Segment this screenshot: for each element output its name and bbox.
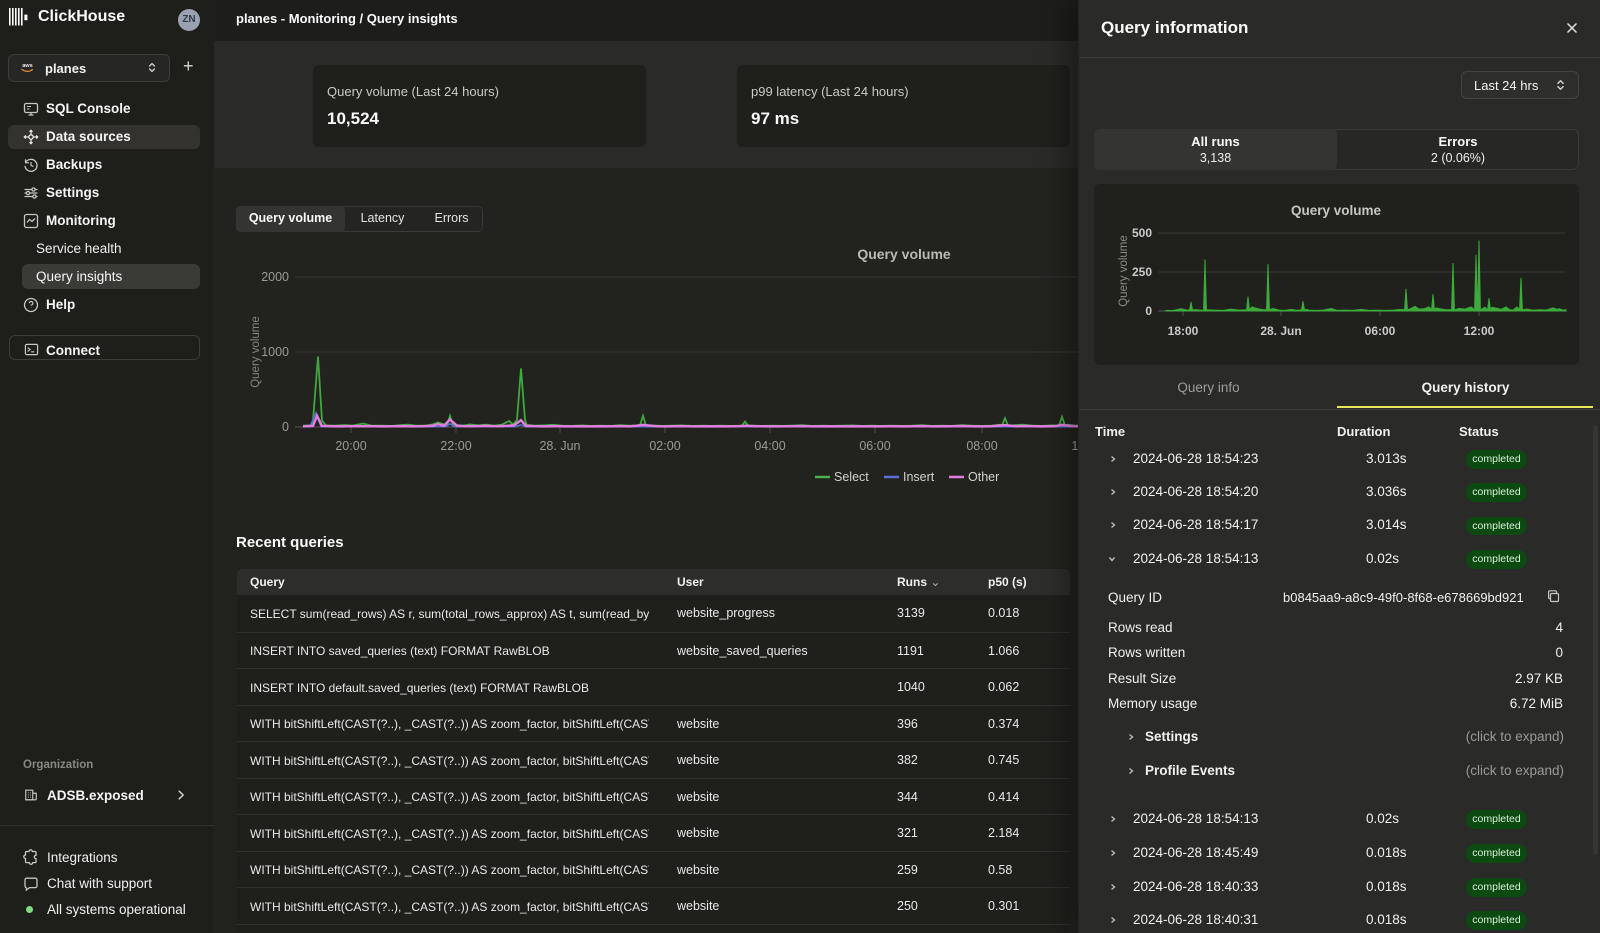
svg-text:12:00: 12:00 xyxy=(1464,324,1495,338)
svg-text:1000: 1000 xyxy=(261,345,289,359)
svg-text:06:00: 06:00 xyxy=(1365,324,1396,338)
svg-text:28. Jun: 28. Jun xyxy=(1260,324,1301,338)
svg-text:18:00: 18:00 xyxy=(1168,324,1199,338)
svg-text:08:00: 08:00 xyxy=(966,439,997,453)
svg-text:04:00: 04:00 xyxy=(754,439,785,453)
svg-text:0: 0 xyxy=(282,420,289,434)
svg-text:Query volume: Query volume xyxy=(857,246,951,262)
svg-text:Query volume: Query volume xyxy=(250,316,262,388)
svg-text:250: 250 xyxy=(1132,265,1152,279)
svg-text:06:00: 06:00 xyxy=(859,439,890,453)
svg-text:aws: aws xyxy=(22,63,33,69)
svg-text:0: 0 xyxy=(1145,304,1152,318)
svg-text:Query volume: Query volume xyxy=(1291,203,1382,218)
svg-text:20:00: 20:00 xyxy=(335,439,366,453)
svg-text:10:00: 10:00 xyxy=(1071,439,1078,453)
svg-text:Insert: Insert xyxy=(903,470,935,484)
svg-text:28. Jun: 28. Jun xyxy=(539,439,580,453)
svg-text:22:00: 22:00 xyxy=(440,439,471,453)
svg-text:02:00: 02:00 xyxy=(649,439,680,453)
svg-text:Other: Other xyxy=(968,470,999,484)
svg-text:500: 500 xyxy=(1132,226,1152,240)
svg-text:Select: Select xyxy=(834,470,869,484)
svg-text:Query volume: Query volume xyxy=(1118,235,1130,307)
svg-text:2000: 2000 xyxy=(261,270,289,284)
